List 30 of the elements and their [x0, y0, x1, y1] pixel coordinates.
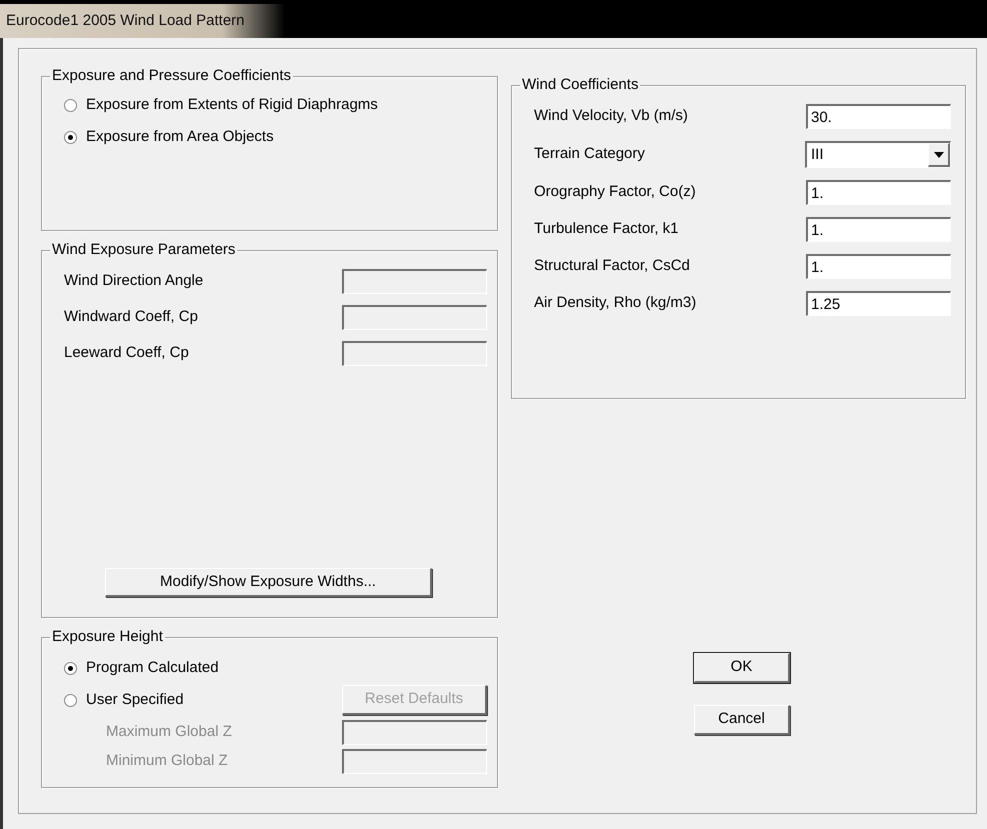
field-label: Minimum Global Z [106, 751, 228, 772]
group-title: Wind Coefficients [521, 76, 640, 94]
field-label: Leeward Coeff, Cp [64, 343, 189, 364]
group-title: Exposure Height [51, 628, 164, 646]
field-label: Wind Direction Angle [64, 271, 204, 292]
field-label: Windward Coeff, Cp [64, 307, 198, 328]
dialog-button[interactable]: Cancel [694, 705, 790, 735]
input-field[interactable]: 1.25 [806, 291, 951, 316]
input-field[interactable]: 30. [806, 104, 951, 129]
input-field[interactable]: 1. [806, 217, 951, 242]
field-label: Terrain Category [534, 144, 645, 164]
caret-icon [928, 143, 950, 167]
input-field[interactable]: 1. [806, 254, 951, 279]
modify-exposure-button[interactable]: Modify/Show Exposure Widths... [105, 568, 432, 597]
radio-option[interactable]: Exposure from Extents of Rigid Diaphragms [64, 89, 487, 121]
window-title: Eurocode1 2005 Wind Load Pattern [0, 4, 284, 38]
field-label: Wind Velocity, Vb (m/s) [534, 106, 688, 126]
field-label: Maximum Global Z [106, 722, 232, 742]
field-label: Turbulence Factor, k1 [534, 219, 679, 240]
radio-option[interactable]: Program Calculated [64, 652, 487, 684]
group-title: Exposure and Pressure Coefficients [51, 67, 292, 85]
dialog-button[interactable]: OK [694, 653, 790, 683]
dropdown[interactable]: III [805, 141, 951, 168]
radio-option[interactable]: Exposure from Area Objects [64, 121, 487, 153]
radio-option[interactable]: User Specified [64, 684, 184, 716]
group-title: Wind Exposure Parameters [51, 241, 236, 259]
field-label: Orography Factor, Co(z) [534, 182, 696, 202]
field-label: Air Density, Rho (kg/m3) [534, 293, 696, 314]
field-label: Structural Factor, CsCd [534, 256, 690, 276]
input-field[interactable]: 1. [806, 180, 951, 205]
